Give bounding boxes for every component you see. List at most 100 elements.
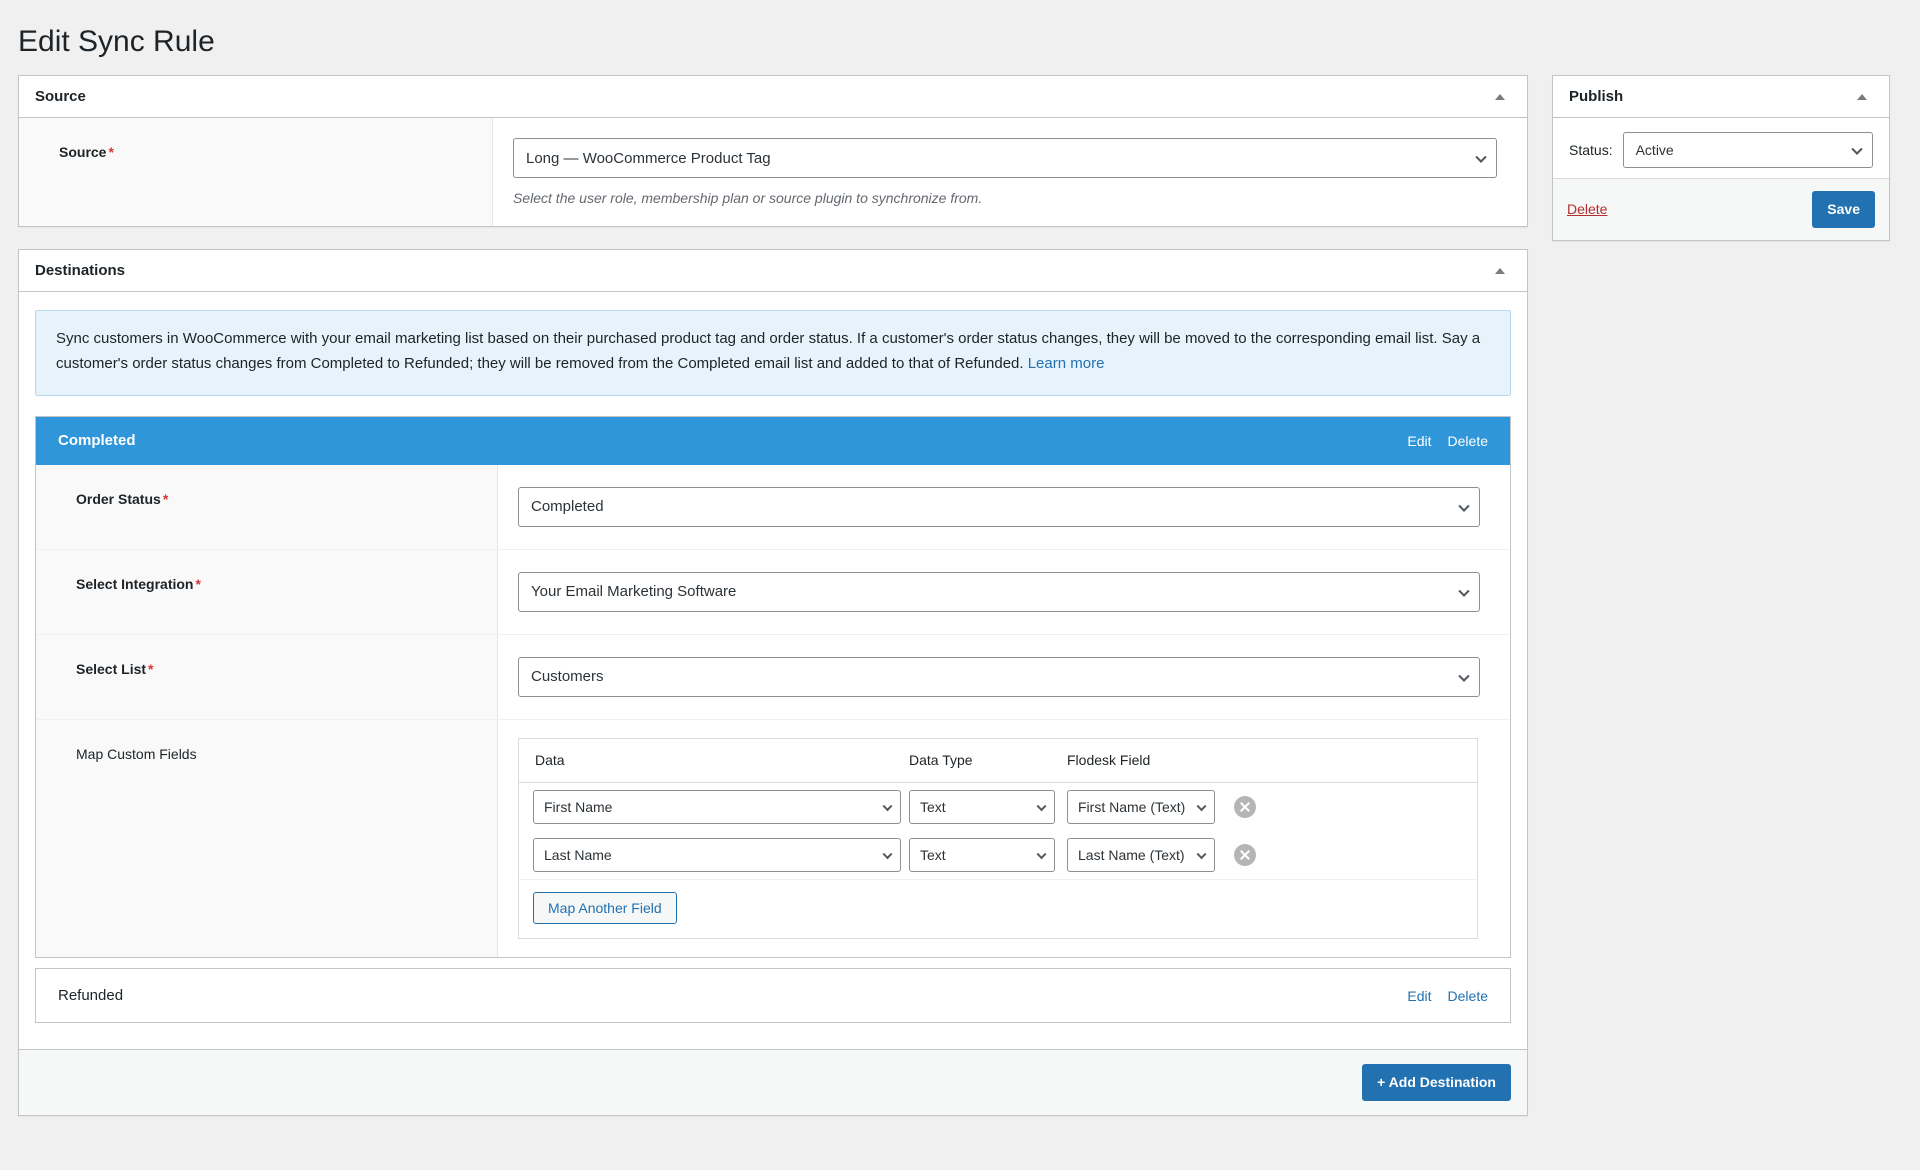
status-select[interactable]: Active (1623, 132, 1873, 168)
destination-title: Refunded (58, 987, 123, 1004)
select-integration-value: Your Email Marketing Software (531, 583, 736, 600)
chevron-down-icon (1037, 849, 1047, 859)
map-fields-row: First Name Text (519, 783, 1477, 831)
map-data-type-value: Text (920, 847, 946, 863)
column-header-data-type: Data Type (909, 752, 1055, 768)
source-field-label: Source (59, 144, 106, 160)
destination-card-completed: Completed Edit Delete Order Status* (35, 416, 1511, 959)
map-target-field-value: First Name (Text) (1078, 799, 1185, 815)
map-target-field-select[interactable]: Last Name (Text) (1067, 838, 1215, 872)
select-list-select[interactable]: Customers (518, 657, 1480, 697)
caret-up-icon[interactable] (1849, 84, 1875, 110)
map-data-select[interactable]: Last Name (533, 838, 901, 872)
destination-title: Completed (58, 432, 136, 449)
learn-more-link[interactable]: Learn more (1028, 355, 1105, 372)
select-list-label: Select List (76, 661, 146, 677)
source-select[interactable]: Long — WooCommerce Product Tag (513, 138, 1497, 178)
source-panel-title: Source (35, 86, 86, 107)
chevron-down-icon (883, 801, 893, 811)
page-title: Edit Sync Rule (0, 0, 1920, 75)
required-asterisk: * (163, 491, 168, 507)
save-button[interactable]: Save (1812, 191, 1875, 228)
chevron-down-icon (1197, 849, 1207, 859)
source-field-label-cell: Source* (19, 118, 493, 226)
delete-link[interactable]: Delete (1567, 201, 1607, 217)
publish-panel-title: Publish (1569, 86, 1623, 107)
publish-panel-header: Publish (1553, 76, 1889, 118)
destination-actions: Edit Delete (1407, 988, 1488, 1004)
add-destination-button[interactable]: + Add Destination (1362, 1064, 1511, 1101)
map-data-type-value: Text (920, 799, 946, 815)
map-row-data-cell: Last Name (533, 838, 901, 872)
map-data-type-select[interactable]: Text (909, 790, 1055, 824)
map-target-field-select[interactable]: First Name (Text) (1067, 790, 1215, 824)
chevron-down-icon (1197, 801, 1207, 811)
map-custom-fields-label-cell: Map Custom Fields (36, 720, 498, 958)
source-field-cell: Long — WooCommerce Product Tag Select th… (493, 118, 1527, 226)
publish-panel-body: Status: Active Delete Save (1553, 118, 1889, 240)
map-custom-fields-cell: Data Data Type Flodesk Field (498, 720, 1510, 958)
caret-up-glyph (1495, 268, 1505, 274)
map-target-field-value: Last Name (Text) (1078, 847, 1185, 863)
destinations-info-text: Sync customers in WooCommerce with your … (56, 330, 1480, 372)
required-asterisk: * (195, 576, 200, 592)
side-column: Publish Status: Active Delete (1552, 75, 1890, 263)
destinations-panel-title: Destinations (35, 260, 125, 281)
map-data-value: Last Name (544, 847, 612, 863)
required-asterisk: * (148, 661, 153, 677)
destination-edit-link[interactable]: Edit (1407, 433, 1431, 449)
destination-delete-link[interactable]: Delete (1448, 433, 1488, 449)
required-asterisk: * (108, 144, 113, 160)
map-row-target-cell: Last Name (Text) (1067, 838, 1215, 872)
destination-edit-link[interactable]: Edit (1407, 988, 1431, 1004)
select-integration-label-cell: Select Integration* (36, 550, 498, 634)
destinations-panel-footer: + Add Destination (19, 1049, 1527, 1115)
field-row-select-list: Select List* Customers (36, 634, 1510, 719)
order-status-label: Order Status (76, 491, 161, 507)
remove-circle-icon[interactable] (1234, 844, 1256, 866)
map-fields-table-footer: Map Another Field (519, 879, 1477, 939)
map-data-value: First Name (544, 799, 612, 815)
source-field-description: Select the user role, membership plan or… (513, 190, 1497, 206)
order-status-field-cell: Completed (498, 465, 1510, 549)
select-list-field-cell: Customers (498, 635, 1510, 719)
column-header-target-field: Flodesk Field (1067, 752, 1215, 768)
chevron-down-icon (1475, 152, 1486, 163)
map-row-remove-cell (1215, 796, 1275, 818)
column-header-data: Data (533, 752, 901, 768)
main-column: Source Source* Long — WooCommerce Produc… (18, 75, 1528, 1138)
destinations-panel-header: Destinations (19, 250, 1527, 292)
order-status-select[interactable]: Completed (518, 487, 1480, 527)
source-panel-header: Source (19, 76, 1527, 118)
map-row-remove-cell (1215, 844, 1275, 866)
map-data-select[interactable]: First Name (533, 790, 901, 824)
map-fields-table-header: Data Data Type Flodesk Field (519, 739, 1477, 783)
status-select-value: Active (1636, 142, 1674, 158)
caret-up-icon[interactable] (1487, 258, 1513, 284)
field-row-order-status: Order Status* Completed (36, 465, 1510, 549)
map-another-field-button[interactable]: Map Another Field (533, 892, 677, 925)
chevron-down-icon (1851, 144, 1862, 155)
caret-up-icon[interactable] (1487, 84, 1513, 110)
admin-page: Edit Sync Rule Source Source* (0, 0, 1920, 1170)
chevron-down-icon (883, 849, 893, 859)
remove-circle-icon[interactable] (1234, 796, 1256, 818)
destination-card-refunded[interactable]: Refunded Edit Delete (35, 968, 1511, 1023)
publish-status-row: Status: Active (1553, 118, 1889, 178)
map-data-type-select[interactable]: Text (909, 838, 1055, 872)
destination-delete-link[interactable]: Delete (1448, 988, 1488, 1004)
order-status-label-cell: Order Status* (36, 465, 498, 549)
page-layout: Source Source* Long — WooCommerce Produc… (0, 75, 1920, 1138)
select-list-value: Customers (531, 668, 604, 685)
select-integration-label: Select Integration (76, 576, 193, 592)
select-integration-select[interactable]: Your Email Marketing Software (518, 572, 1480, 612)
publish-actions-row: Delete Save (1553, 178, 1889, 240)
destinations-panel: Destinations Sync customers in WooCommer… (18, 249, 1528, 1116)
chevron-down-icon (1458, 500, 1469, 511)
source-select-value: Long — WooCommerce Product Tag (526, 150, 771, 167)
publish-panel: Publish Status: Active Delete (1552, 75, 1890, 241)
chevron-down-icon (1458, 670, 1469, 681)
source-panel: Source Source* Long — WooCommerce Produc… (18, 75, 1528, 227)
destinations-panel-body: Sync customers in WooCommerce with your … (19, 292, 1527, 1049)
destination-card-header: Completed Edit Delete (36, 417, 1510, 465)
